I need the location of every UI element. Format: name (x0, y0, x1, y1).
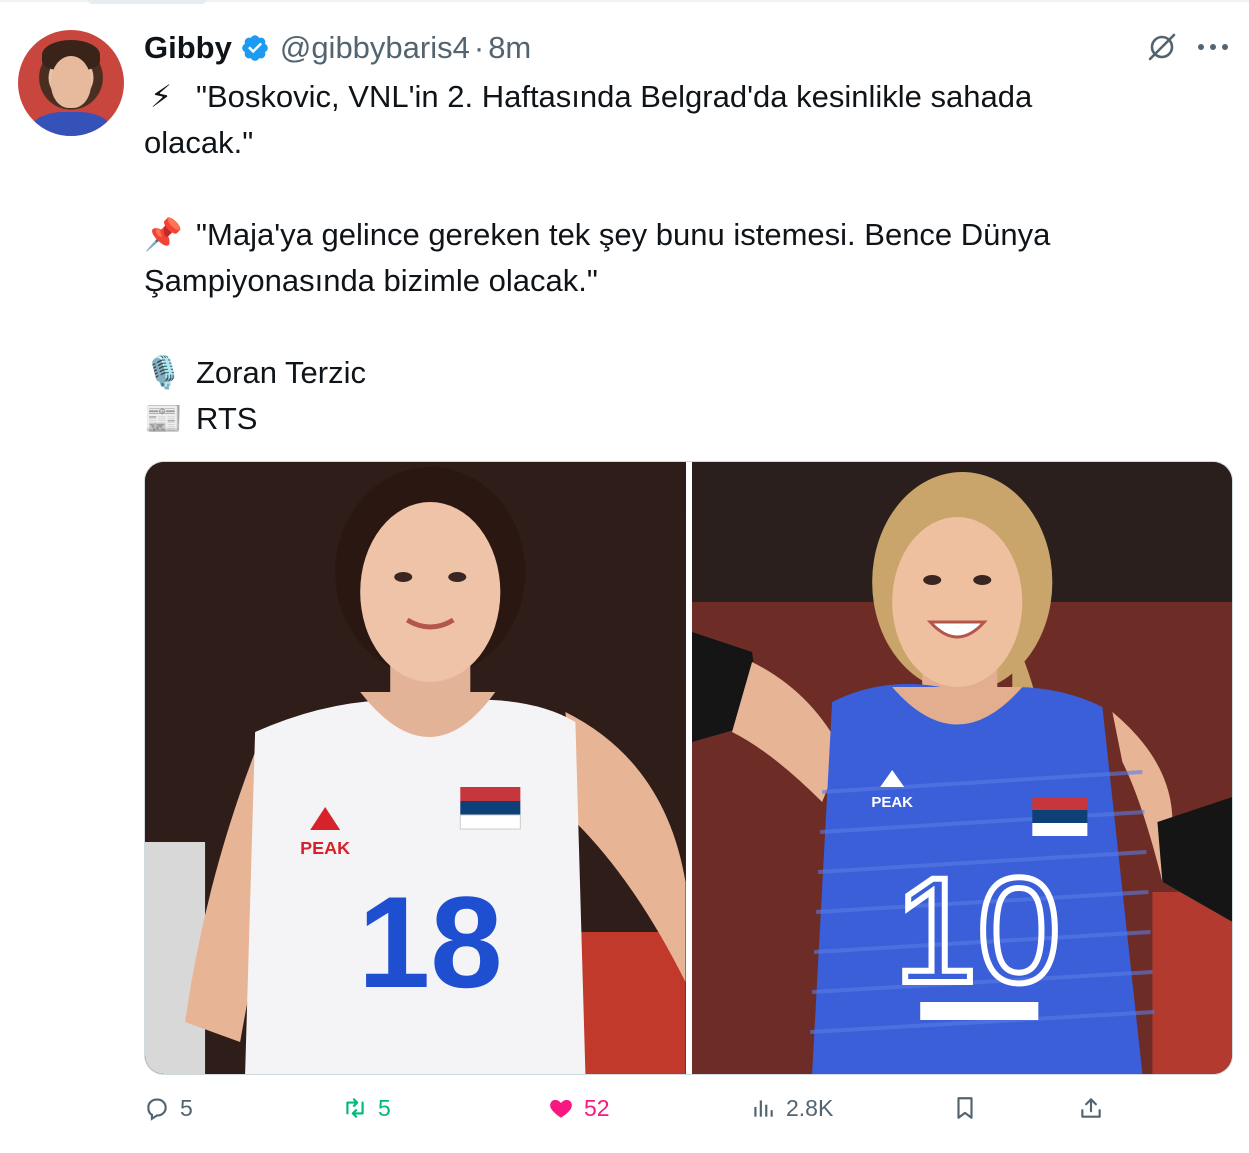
heart-icon (550, 1099, 572, 1118)
share-icon (1081, 1098, 1101, 1118)
like-count: 52 (584, 1094, 610, 1121)
tweet-line-text: Şampiyonasında bizimle olacak." (144, 263, 598, 298)
tweet-line: ⚡ "Boskovic, VNL'in 2. Haftasında Belgrad… (144, 74, 1144, 120)
tweet-line-text: "Maja'ya gelince gereken tek şey bunu is… (196, 217, 1051, 252)
microphone-icon: 🎙️ (144, 355, 183, 390)
media-photo-2[interactable]: PEAK 10 (691, 462, 1232, 1074)
newspaper-icon: 📰 (144, 401, 183, 436)
tweet-actions: 5 5 52 2.8K (144, 1088, 1231, 1128)
reply-icon (147, 1098, 167, 1121)
media-photo-1[interactable]: PEAK 18 (145, 462, 686, 1074)
tweet-page: Gibby @gibbybaris4 · 8m ⚡ "Boskovic, VNL'… (0, 0, 1249, 1153)
tweet-line: 🎙️ Zoran Terzic (144, 350, 1144, 396)
tweet-line: olacak." (144, 120, 1144, 166)
grok-icon[interactable] (1146, 31, 1178, 63)
pushpin-icon: 📌 (144, 217, 183, 252)
avatar-shirt (32, 112, 110, 136)
svg-text:18: 18 (358, 869, 503, 1015)
views-icon (754, 1100, 773, 1117)
bookmark-button[interactable] (952, 1088, 988, 1128)
retweet-button[interactable]: 5 (342, 1088, 391, 1128)
like-button[interactable]: 52 (548, 1088, 610, 1128)
header-separator: · (473, 30, 485, 65)
avatar[interactable] (18, 30, 124, 136)
tweet-line-text: Zoran Terzic (196, 355, 366, 390)
top-fragment (88, 0, 206, 4)
more-options-icon[interactable] (1196, 40, 1230, 54)
views-count: 2.8K (786, 1094, 834, 1121)
avatar-face (51, 56, 91, 108)
retweet-icon (346, 1098, 364, 1118)
reply-count: 5 (180, 1094, 193, 1121)
bookmark-icon (957, 1097, 973, 1119)
svg-text:PEAK: PEAK (871, 794, 913, 811)
retweet-count: 5 (378, 1094, 391, 1121)
tweet-line-text: RTS (196, 401, 258, 436)
player-photo-1-illustration: PEAK 18 (145, 462, 686, 1074)
tweet-line: 📰 RTS (144, 396, 1144, 442)
tweet-line-text: "Boskovic, VNL'in 2. Haftasında Belgrad'… (196, 79, 1033, 114)
tweet-media[interactable]: PEAK 18 PEAK 10 (144, 461, 1233, 1075)
tweet-line: 📌 "Maja'ya gelince gereken tek şey bunu i… (144, 212, 1144, 258)
svg-text:10: 10 (893, 846, 1060, 1014)
tweet-header: Gibby @gibbybaris4 · 8m (144, 28, 531, 68)
author-handle[interactable]: @gibbybaris4 (280, 30, 470, 66)
reply-button[interactable]: 5 (144, 1088, 193, 1128)
lightning-icon: ⚡ (150, 79, 172, 114)
author-name[interactable]: Gibby (144, 30, 232, 66)
share-button[interactable] (1078, 1088, 1114, 1128)
views-button[interactable]: 2.8K (750, 1088, 833, 1128)
tweet-text: ⚡ "Boskovic, VNL'in 2. Haftasında Belgrad… (144, 74, 1144, 442)
tweet-line-text: olacak." (144, 125, 254, 160)
verified-badge-icon[interactable] (240, 33, 270, 63)
player-photo-2-illustration: PEAK 10 (691, 462, 1232, 1074)
tweet-line: Şampiyonasında bizimle olacak." (144, 258, 1144, 304)
svg-text:PEAK: PEAK (300, 838, 350, 858)
tweet-time[interactable]: 8m (488, 30, 531, 66)
